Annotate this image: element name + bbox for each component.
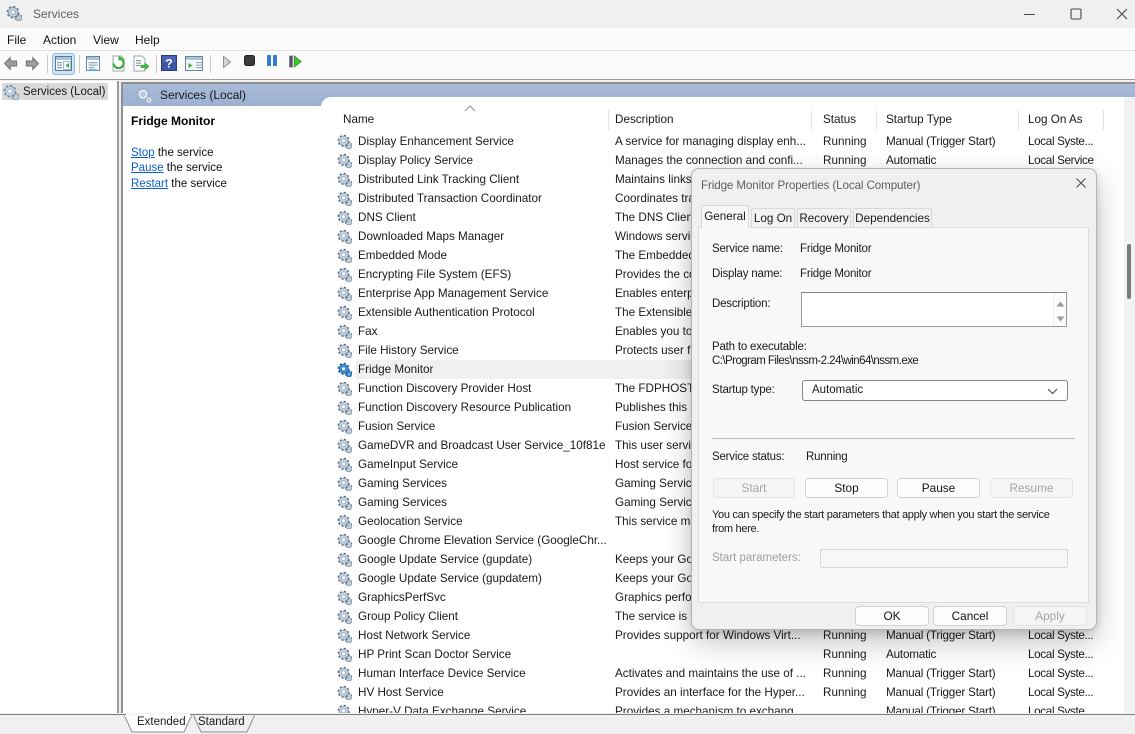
svg-text:?: ? (165, 57, 172, 71)
